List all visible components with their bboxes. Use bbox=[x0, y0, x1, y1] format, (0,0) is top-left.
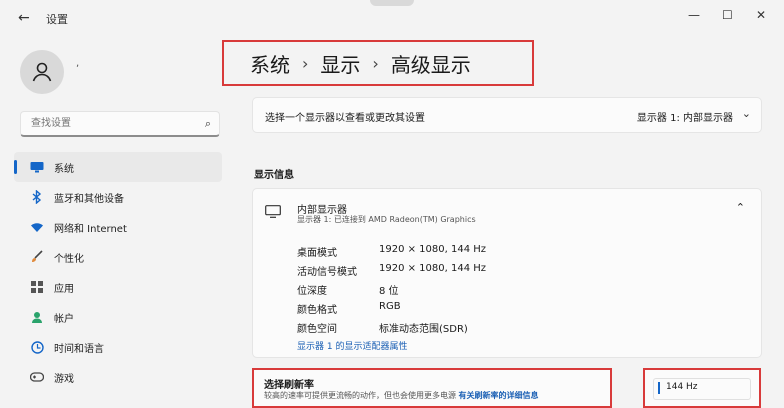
sidebar-item-system[interactable]: 系统 bbox=[14, 152, 222, 182]
refresh-rate-info-link[interactable]: 有关刷新率的详细信息 bbox=[459, 391, 539, 400]
info-value: 1920 × 1080, 144 Hz bbox=[379, 244, 487, 255]
back-arrow-icon[interactable]: ← bbox=[18, 10, 30, 26]
sidebar-item-bluetooth[interactable]: 蓝牙和其他设备 bbox=[14, 182, 222, 212]
sidebar-item-label: 帐户 bbox=[54, 313, 74, 325]
search-icon[interactable]: ⌕ bbox=[205, 117, 211, 131]
sidebar-item-network[interactable]: 网络和 Internet bbox=[14, 212, 222, 242]
info-key: 颜色空间 bbox=[297, 324, 337, 335]
refresh-rate-title: 选择刷新率 bbox=[264, 380, 314, 391]
apps-icon bbox=[30, 280, 44, 294]
active-indicator bbox=[14, 160, 17, 174]
person-icon bbox=[32, 62, 52, 82]
chevron-up-icon[interactable]: ⌃ bbox=[736, 201, 745, 214]
display-select-label: 选择一个显示器以查看或更改其设置 bbox=[265, 113, 425, 124]
sidebar-item-accounts[interactable]: 帐户 bbox=[14, 302, 222, 332]
selection-indicator bbox=[658, 382, 660, 394]
user-name: , bbox=[76, 58, 80, 69]
info-key: 位深度 bbox=[297, 286, 327, 297]
refresh-rate-desc-text: 较高的速率可提供更流畅的动作，但也会使用更多电源 bbox=[264, 391, 456, 400]
wifi-icon bbox=[30, 220, 44, 234]
monitor-icon bbox=[30, 160, 44, 174]
gamepad-icon bbox=[30, 370, 44, 384]
sidebar-item-label: 个性化 bbox=[54, 253, 84, 265]
breadcrumb-separator: › bbox=[372, 53, 379, 73]
maximize-button[interactable]: ☐ bbox=[722, 8, 733, 22]
info-value: 1920 × 1080, 144 Hz bbox=[379, 263, 487, 274]
info-value: 标准动态范围(SDR) bbox=[379, 324, 468, 335]
sidebar-item-gaming[interactable]: 游戏 bbox=[14, 362, 222, 392]
info-value: 8 位 bbox=[379, 286, 399, 297]
person-icon bbox=[30, 310, 44, 324]
brush-icon bbox=[30, 250, 44, 264]
sidebar-item-label: 蓝牙和其他设备 bbox=[54, 193, 124, 205]
bluetooth-icon bbox=[30, 190, 44, 204]
avatar[interactable] bbox=[20, 50, 64, 94]
refresh-rate-dropdown[interactable]: 144 Hz bbox=[653, 378, 751, 400]
app-title: 设置 bbox=[46, 13, 68, 26]
info-key: 颜色格式 bbox=[297, 305, 337, 316]
breadcrumb-item-system[interactable]: 系统 bbox=[250, 49, 290, 78]
globe-icon bbox=[30, 340, 44, 354]
search-box[interactable]: ⌕ bbox=[20, 111, 220, 137]
adapter-properties-link[interactable]: 显示器 1 的显示适配器属性 bbox=[297, 339, 407, 352]
info-key: 活动信号模式 bbox=[297, 267, 357, 278]
refresh-rate-description: 较高的速率可提供更流畅的动作，但也会使用更多电源 有关刷新率的详细信息 bbox=[264, 390, 539, 401]
sidebar-item-personalization[interactable]: 个性化 bbox=[14, 242, 222, 272]
breadcrumb: 系统 › 显示 › 高级显示 bbox=[222, 40, 534, 86]
display-select-card: 选择一个显示器以查看或更改其设置 显示器 1: 内部显示器 ⌄ bbox=[252, 97, 762, 133]
minimize-button[interactable]: — bbox=[688, 8, 700, 22]
refresh-rate-select-wrapper: 144 Hz bbox=[643, 368, 761, 408]
page-title: 高级显示 bbox=[390, 52, 471, 77]
chevron-down-icon[interactable]: ⌄ bbox=[742, 107, 751, 120]
breadcrumb-item-display[interactable]: 显示 bbox=[320, 49, 360, 78]
breadcrumb-separator: › bbox=[302, 53, 309, 73]
title-bar: ← 设置 — ☐ ✕ bbox=[0, 0, 784, 36]
close-button[interactable]: ✕ bbox=[756, 8, 766, 22]
search-input[interactable] bbox=[29, 117, 193, 130]
display-info-card: 内部显示器 显示器 1: 已连接到 AMD Radeon(TM) Graphic… bbox=[252, 188, 762, 358]
refresh-rate-card: 选择刷新率 较高的速率可提供更流畅的动作，但也会使用更多电源 有关刷新率的详细信… bbox=[252, 368, 612, 408]
window-notch bbox=[370, 0, 414, 6]
display-select-dropdown[interactable]: 显示器 1: 内部显示器 bbox=[637, 109, 733, 124]
section-title: 显示信息 bbox=[254, 170, 294, 181]
sidebar-item-label: 时间和语言 bbox=[54, 343, 104, 355]
info-value: RGB bbox=[379, 301, 401, 312]
sidebar-item-label: 应用 bbox=[54, 283, 74, 295]
sidebar-item-label: 游戏 bbox=[54, 373, 74, 385]
sidebar-item-time-language[interactable]: 时间和语言 bbox=[14, 332, 222, 362]
sidebar-item-label: 网络和 Internet bbox=[54, 223, 127, 235]
sidebar-item-apps[interactable]: 应用 bbox=[14, 272, 222, 302]
monitor-icon bbox=[265, 203, 281, 222]
info-key: 桌面模式 bbox=[297, 248, 337, 259]
sidebar-nav: 系统 蓝牙和其他设备 网络和 Internet 个性化 应用 帐户 时间和语言 … bbox=[14, 152, 222, 392]
sidebar-item-label: 系统 bbox=[54, 163, 74, 175]
refresh-rate-value: 144 Hz bbox=[666, 382, 698, 392]
display-subtitle: 显示器 1: 已连接到 AMD Radeon(TM) Graphics bbox=[297, 215, 476, 224]
